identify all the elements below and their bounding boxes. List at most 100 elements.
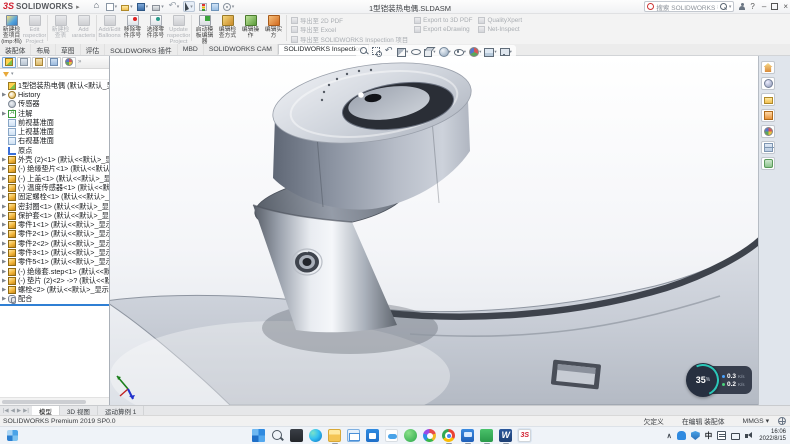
open-icon[interactable]: ▾ — [121, 3, 133, 11]
task-view-icon[interactable] — [290, 429, 303, 442]
tree-item-component[interactable]: ▶外壳 (2)<1> (默认<<默认>_显示状 — [0, 155, 109, 164]
undo-icon[interactable]: ▾ — [168, 3, 180, 11]
remove-balloons-button[interactable]: 移除零件序号 — [121, 14, 144, 44]
microsoft-store-icon[interactable] — [366, 429, 379, 442]
tab-layout[interactable]: 布局 — [31, 44, 56, 55]
tree-item-component[interactable]: ▶固定螺栓<1> (默认<<默认>_显示 — [0, 193, 109, 202]
design-library-tab[interactable] — [761, 77, 775, 90]
tree-item-top-plane[interactable]: ▶上视基准面 — [0, 127, 109, 136]
cpu-percent-badge[interactable]: 35% — [686, 363, 720, 397]
model-3d[interactable] — [110, 56, 758, 405]
view-palette-tab[interactable] — [761, 109, 775, 122]
solidworks-resources-tab[interactable] — [761, 61, 775, 74]
section-view-icon[interactable]: ▾ — [396, 47, 408, 56]
prev-tab-icon[interactable]: ◀ — [11, 408, 15, 414]
tab-addins[interactable]: SOLIDWORKS 插件 — [105, 44, 178, 55]
tray-chevron-icon[interactable]: ∧ — [667, 432, 672, 440]
tree-item-component[interactable]: ▶零件5<1> (默认<<默认>_显示状态 — [0, 258, 109, 267]
doc-tab-model[interactable]: 模型 — [32, 406, 60, 415]
weather-icon[interactable] — [385, 429, 398, 442]
word-icon[interactable] — [499, 429, 512, 442]
panes-icon[interactable] — [211, 3, 219, 11]
tree-item-sensors[interactable]: ▶传感器 — [0, 100, 109, 109]
last-tab-icon[interactable]: ▶| — [23, 408, 29, 414]
main-body[interactable] — [110, 239, 758, 405]
save-icon[interactable]: ▾ — [137, 3, 149, 11]
clock[interactable]: 16:06 2022/8/15 — [759, 429, 786, 443]
tree-item-component[interactable]: ▶(-) 温度传感器<1> (默认<<默认>_ — [0, 183, 109, 192]
displaymanager-tab[interactable] — [62, 57, 76, 68]
restore-button[interactable] — [771, 3, 778, 10]
tab-assembly[interactable]: 装配体 — [0, 44, 31, 55]
tree-item-component[interactable]: ▶零件3<1> (默认<<默认>_显示状态 — [0, 248, 109, 257]
print-icon[interactable]: ▾ — [152, 3, 164, 11]
login-icon[interactable] — [738, 3, 746, 11]
configurationmanager-tab[interactable] — [32, 57, 46, 68]
tree-item-component[interactable]: ▶密封圈<1> (默认<<默认>_显示状 — [0, 202, 109, 211]
next-tab-icon[interactable]: ▶ — [17, 408, 21, 414]
launch-template-editor-button[interactable]: 启动模板编辑器 — [193, 14, 216, 44]
edit-operation-button[interactable]: 编辑操作 — [239, 14, 262, 44]
tree-filter[interactable]: ▾ — [0, 69, 109, 80]
home-icon[interactable] — [94, 3, 102, 11]
tree-item-front-plane[interactable]: ▶前视基准面 — [0, 118, 109, 127]
edge-icon[interactable] — [309, 429, 322, 442]
display-icon[interactable] — [731, 433, 740, 440]
tab-solidworks-cam[interactable]: SOLIDWORKS CAM — [204, 44, 278, 55]
tree-item-component[interactable]: ▶(-) 上盖<1> (默认<<默认>_显示状 — [0, 174, 109, 183]
file-explorer-icon[interactable] — [328, 429, 341, 442]
zoom-to-fit-icon[interactable] — [360, 47, 369, 56]
dynamic-annotation-views-icon[interactable] — [411, 47, 420, 56]
dimxpertmanager-tab[interactable] — [47, 57, 61, 68]
tree-item-component[interactable]: ▶(-) 绝缘垫片<1> (默认<<默认>_显 — [0, 165, 109, 174]
custom-properties-tab[interactable] — [761, 141, 775, 154]
panel-horizontal-scrollbar[interactable] — [0, 397, 109, 405]
zoom-to-area-icon[interactable] — [372, 47, 381, 56]
tree-item-component[interactable]: ▶零件2<1> (默认<<默认>_显示状态 — [0, 230, 109, 239]
tab-mbd[interactable]: MBD — [178, 44, 204, 55]
select-balloons-button[interactable]: 选择零件序号 — [144, 14, 167, 44]
search-dropdown-icon[interactable]: ▾ — [729, 4, 732, 10]
units-selector[interactable]: MMGS ▾ — [734, 417, 778, 425]
appearances-tab[interactable] — [761, 125, 775, 138]
tree-root-assembly[interactable]: ▶1型铠装热电偶 (默认<默认_显示状态-1 — [0, 81, 109, 90]
solidworks-taskbar-icon[interactable] — [517, 428, 532, 443]
remote-desktop-app-icon[interactable] — [461, 429, 474, 442]
edit-inspection-method-button[interactable]: 编辑检查方式 — [216, 14, 239, 44]
keyboard-icon[interactable] — [717, 431, 726, 440]
view-settings-icon[interactable]: ▾ — [500, 47, 512, 56]
rebuild-lights-icon[interactable] — [199, 3, 207, 11]
doc-tab-3d-views[interactable]: 3D 视图 — [60, 406, 98, 415]
tab-sketch[interactable]: 草图 — [56, 44, 81, 55]
panel-tabs-overflow-icon[interactable]: » — [78, 59, 81, 65]
green-square-app-icon[interactable] — [480, 429, 493, 442]
ime-language-indicator[interactable]: 中 — [705, 430, 713, 441]
tree-item-annotations[interactable]: ▶注解 — [0, 109, 109, 118]
doc-tab-nav[interactable]: |◀ ◀ ▶ ▶| — [0, 406, 32, 415]
tree-item-history[interactable]: ▶History — [0, 90, 109, 99]
tree-item-component[interactable]: ▶(-) 垫片 (2)<2> ->? (默认<<默认> — [0, 276, 109, 285]
tree-item-component[interactable]: ▶零件2<2> (默认<<默认>_显示状态 — [0, 239, 109, 248]
apply-scene-icon[interactable]: ▾ — [484, 47, 496, 56]
mail-icon[interactable] — [347, 429, 360, 442]
tree-item-mates[interactable]: ▶配合 — [0, 295, 109, 304]
volume-icon[interactable] — [745, 431, 754, 440]
first-tab-icon[interactable]: |◀ — [3, 408, 9, 414]
tree-item-component[interactable]: ▶保护套<1> (默认<<默认>_显示状 — [0, 211, 109, 220]
tree-item-component[interactable]: ▶螺栓<2> (默认<<默认>_显示状态 — [0, 286, 109, 295]
select-cursor-icon[interactable]: ▾ — [183, 1, 195, 12]
tree-item-component[interactable]: ▶零件1<1> (默认<<默认>_显示状态 — [0, 220, 109, 229]
previous-view-icon[interactable] — [384, 47, 393, 56]
options-gear-icon[interactable]: ▾ — [223, 3, 235, 11]
new-document-icon[interactable]: ▾ — [106, 3, 118, 11]
minimize-button[interactable]: – — [762, 2, 766, 12]
chrome-icon[interactable] — [442, 429, 455, 442]
edit-appearance-icon[interactable]: ▾ — [469, 47, 481, 56]
solidworks-forum-tab[interactable] — [761, 157, 775, 170]
tab-evaluate[interactable]: 评估 — [81, 44, 106, 55]
widgets-icon[interactable] — [7, 430, 18, 441]
hex-nut[interactable] — [268, 56, 477, 210]
start-button[interactable] — [252, 429, 265, 442]
graphics-viewport[interactable]: 0.3 K/s 0.2 K/s 35% — [110, 56, 758, 405]
help-icon[interactable]: ? — [750, 2, 754, 11]
